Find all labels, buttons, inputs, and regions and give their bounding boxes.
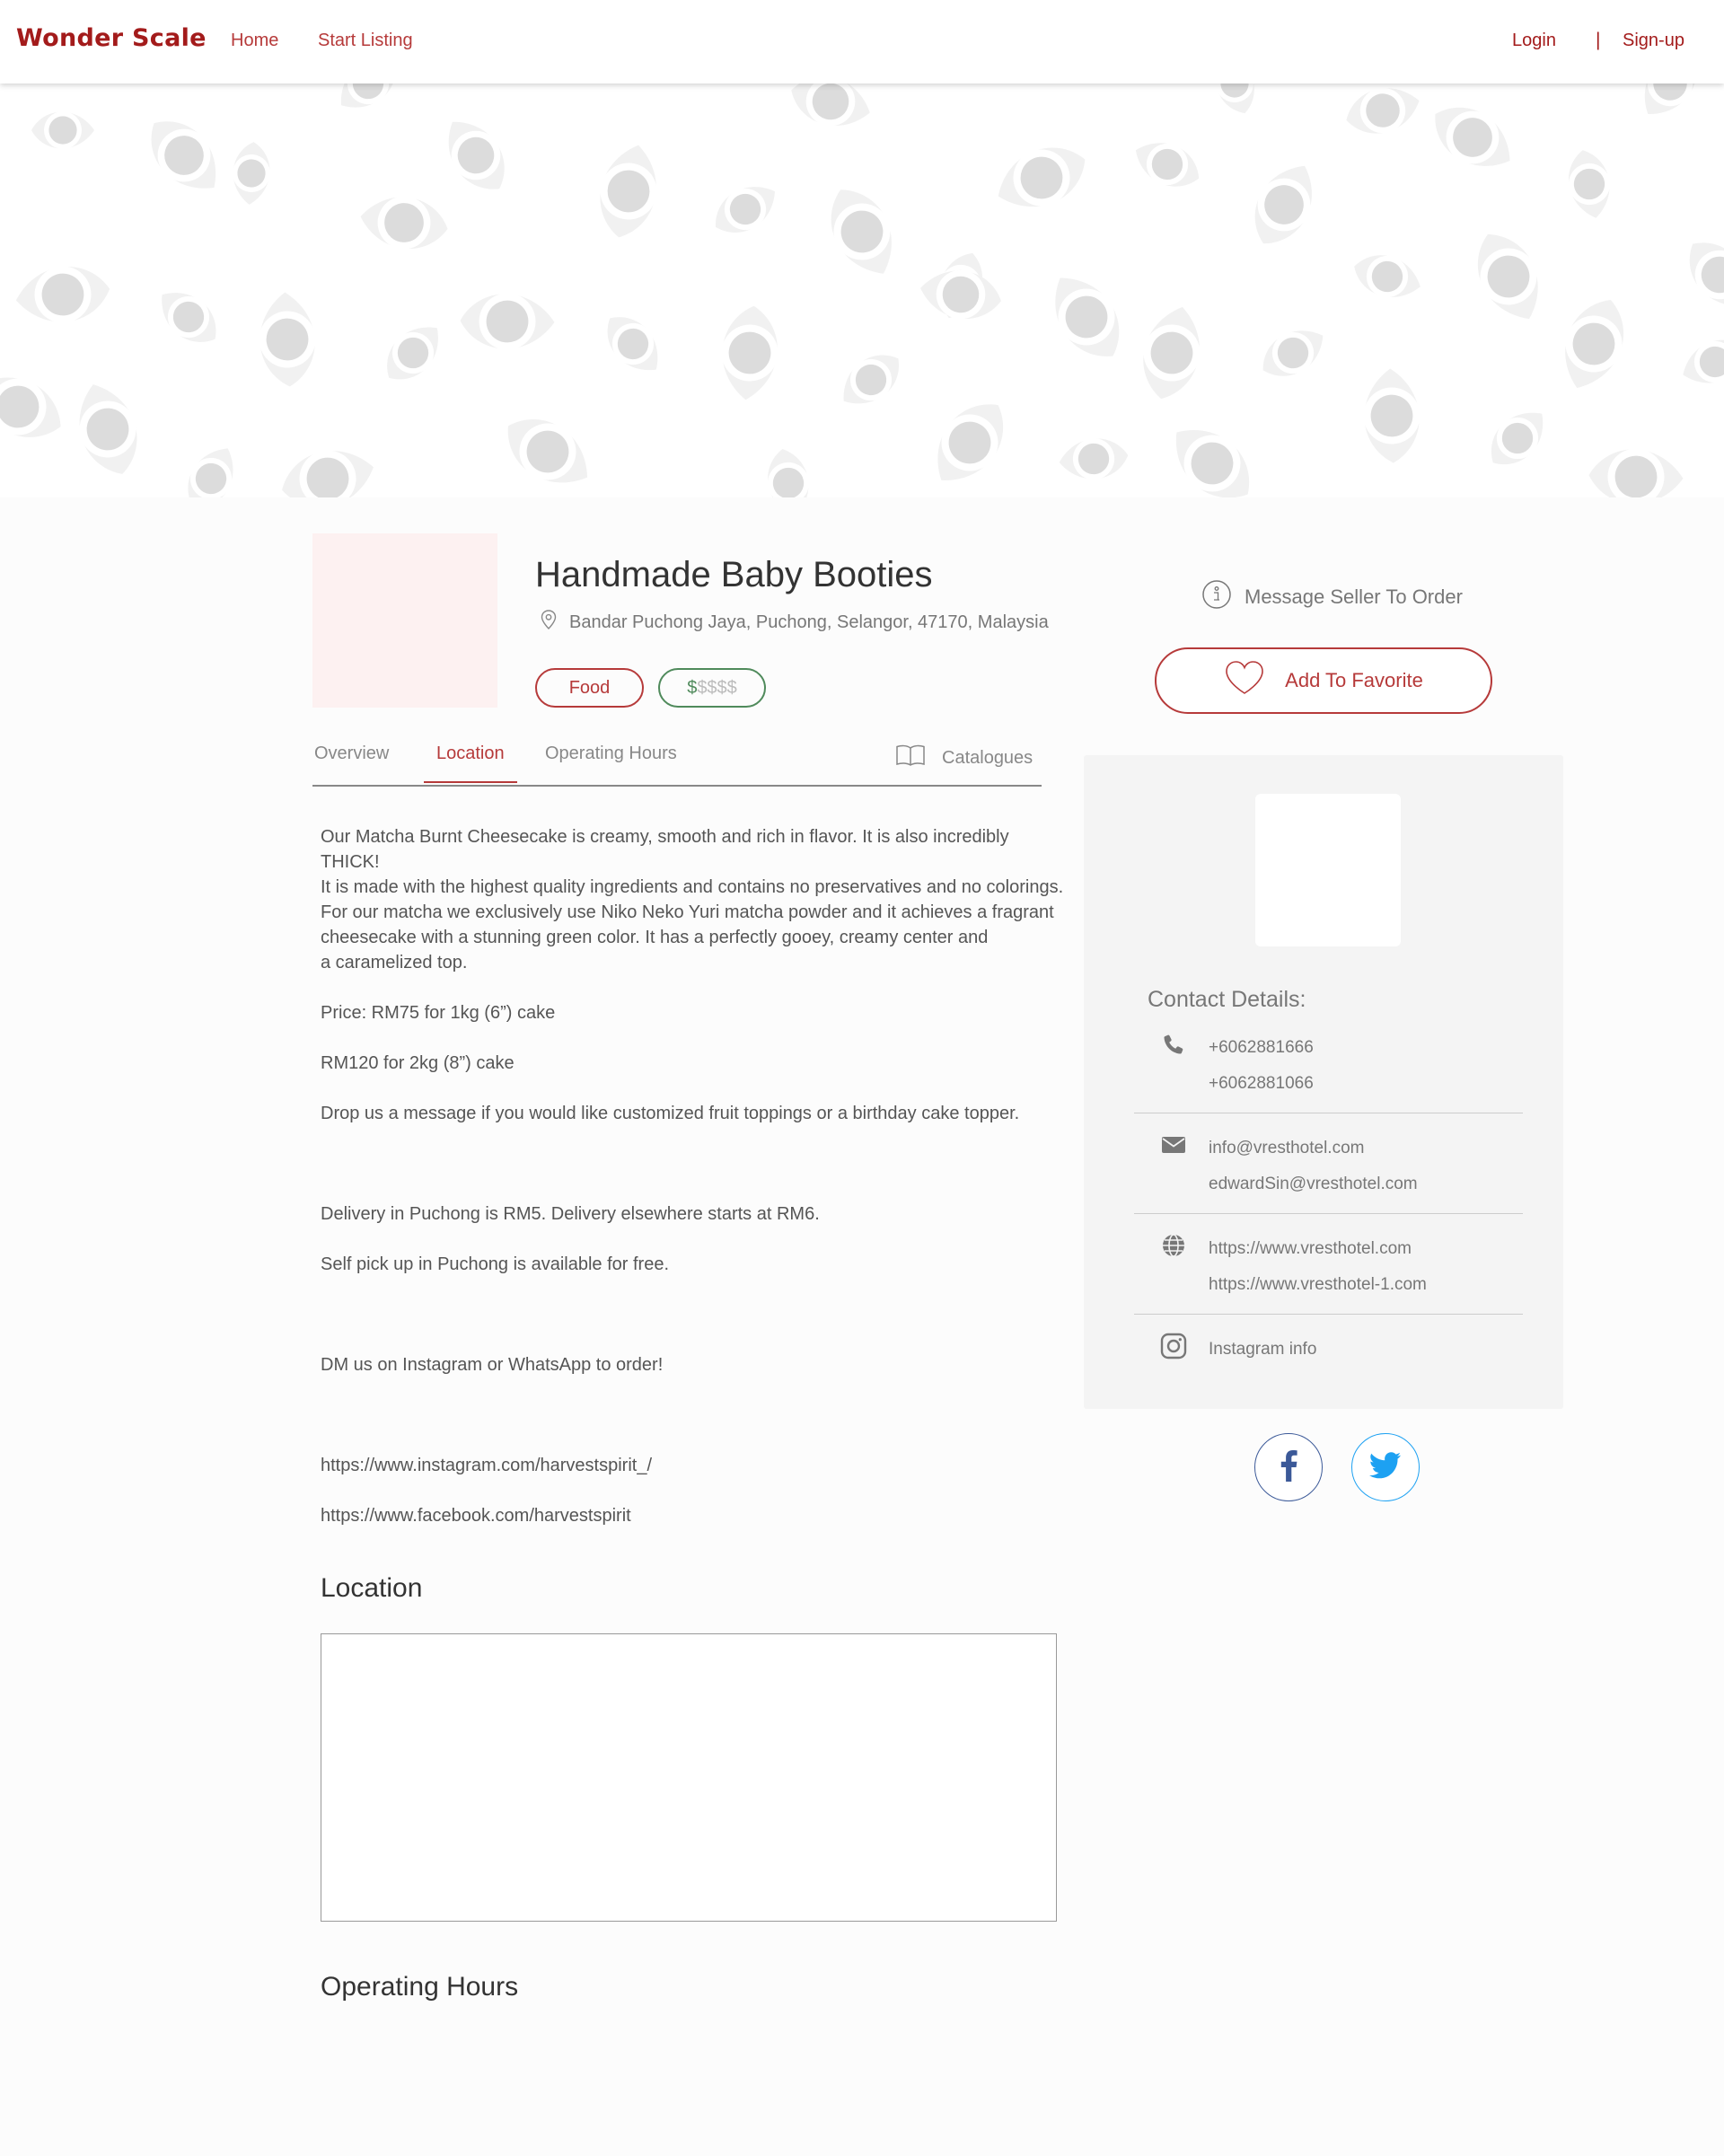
hero-pattern [0, 84, 1724, 497]
phone-number[interactable]: +6062881066 [1209, 1066, 1314, 1102]
hero-banner [0, 84, 1724, 497]
message-seller-button[interactable]: Message Seller To Order [1201, 579, 1463, 615]
phone-number[interactable]: +6062881666 [1209, 1030, 1314, 1066]
description-line: a caramelized top. [321, 953, 468, 972]
email-address[interactable]: edwardSin@vresthotel.com [1209, 1166, 1418, 1202]
nav-separator: | [1596, 30, 1601, 50]
top-navbar: Wonder Scale Home Start Listing Login | … [0, 0, 1724, 84]
globe-icon [1159, 1231, 1188, 1260]
instagram-info[interactable]: Instagram info [1209, 1332, 1316, 1368]
nav-login-link[interactable]: Login [1512, 31, 1556, 51]
phone-icon [1159, 1030, 1188, 1059]
info-icon [1201, 579, 1232, 615]
website-link[interactable]: https://www.vresthotel.com [1209, 1231, 1427, 1267]
contact-divider [1134, 1314, 1523, 1315]
add-to-favorite-label: Add To Favorite [1285, 669, 1423, 691]
description-line: It is made with the highest quality ingr… [321, 877, 1064, 897]
location-heading: Location [321, 1573, 423, 1603]
heart-icon [1224, 660, 1265, 701]
tab-overview[interactable]: Overview [314, 744, 389, 764]
operating-hours-heading: Operating Hours [321, 1972, 519, 2002]
contact-title: Contact Details: [1148, 987, 1306, 1012]
contact-card: Contact Details: +6062881666 +6062881066… [1084, 755, 1563, 1409]
listing-title: Handmade Baby Booties [535, 555, 933, 594]
price-level-active: $ [687, 677, 698, 698]
description-line: For our matcha we exclusively use Niko N… [321, 902, 1054, 922]
nav-start-listing-link[interactable]: Start Listing [318, 31, 413, 51]
delivery-note: Delivery in Puchong is RM5. Delivery els… [321, 1204, 820, 1224]
facebook-share-button[interactable] [1254, 1433, 1323, 1501]
twitter-share-button[interactable] [1351, 1433, 1420, 1501]
address-text: Bandar Puchong Jaya, Puchong, Selangor, … [569, 612, 1049, 632]
nav-home-link[interactable]: Home [231, 31, 278, 51]
seller-avatar [1255, 794, 1401, 946]
tab-operating-hours[interactable]: Operating Hours [545, 744, 677, 764]
envelope-icon [1159, 1131, 1188, 1159]
facebook-icon [1279, 1448, 1298, 1487]
pickup-note: Self pick up in Puchong is available for… [321, 1254, 669, 1274]
listing-tabs: Overview Location Operating Hours Catalo… [312, 736, 1042, 787]
order-note: DM us on Instagram or WhatsApp to order! [321, 1355, 664, 1375]
website-link[interactable]: https://www.vresthotel-1.com [1209, 1267, 1427, 1303]
listing-description: Our Matcha Burnt Cheesecake is creamy, s… [321, 824, 1066, 1528]
price-line-2: RM120 for 2kg (8”) cake [321, 1053, 515, 1073]
map-pin-icon [541, 610, 557, 635]
price-level-tag: $ $$$$ [658, 668, 766, 708]
tab-catalogues[interactable]: Catalogues [895, 744, 1033, 772]
twitter-icon [1369, 1451, 1402, 1483]
description-line: Our Matcha Burnt Cheesecake is creamy, s… [321, 827, 1009, 872]
email-address[interactable]: info@vresthotel.com [1209, 1131, 1418, 1166]
price-line-1: Price: RM75 for 1kg (6”) cake [321, 1003, 556, 1023]
tab-location[interactable]: Location [424, 744, 517, 783]
category-tag[interactable]: Food [535, 668, 644, 708]
instagram-url[interactable]: https://www.instagram.com/harvestspirit_… [321, 1453, 1066, 1478]
add-to-favorite-button[interactable]: Add To Favorite [1155, 647, 1492, 714]
brand-logo[interactable]: Wonder Scale [16, 24, 207, 52]
location-map[interactable] [321, 1633, 1057, 1922]
listing-address: Bandar Puchong Jaya, Puchong, Selangor, … [541, 610, 1049, 635]
price-level-inactive: $$$$ [697, 677, 737, 698]
description-line: cheesecake with a stunning green color. … [321, 928, 989, 947]
message-seller-label: Message Seller To Order [1245, 585, 1463, 608]
facebook-url[interactable]: https://www.facebook.com/harvestspirit [321, 1503, 1066, 1528]
contact-divider [1134, 1213, 1523, 1214]
instagram-icon [1159, 1332, 1188, 1360]
nav-signup-link[interactable]: Sign-up [1623, 31, 1684, 51]
tab-catalogues-label: Catalogues [942, 747, 1034, 768]
listing-cover-image [312, 533, 497, 708]
open-book-icon [895, 744, 926, 772]
message-note: Drop us a message if you would like cust… [321, 1104, 1020, 1123]
